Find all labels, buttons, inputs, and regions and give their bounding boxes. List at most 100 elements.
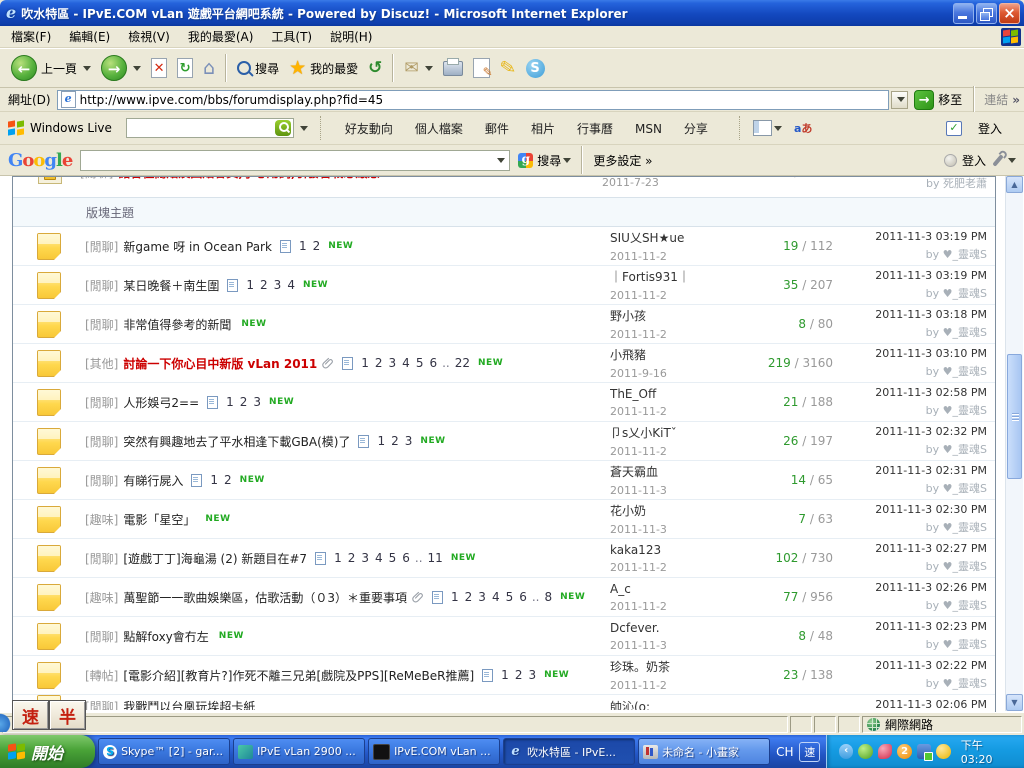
- last-post-author[interactable]: ♥_靈魂S: [943, 599, 987, 612]
- page-link[interactable]: 1: [246, 278, 254, 292]
- start-button[interactable]: 開始: [0, 735, 95, 768]
- refresh-button[interactable]: ↻: [172, 55, 198, 81]
- stop-button[interactable]: ✕: [146, 55, 172, 81]
- live-link[interactable]: 好友動向: [334, 119, 404, 139]
- page-link[interactable]: 4: [492, 590, 500, 604]
- page-link[interactable]: 1: [451, 590, 459, 604]
- topic-author-link[interactable]: 珍珠。奶茶: [610, 658, 745, 675]
- google-signin[interactable]: 登入: [962, 152, 986, 169]
- announcement-title-link[interactable]: 諸各位閒貼及回貼會員,小心用詞,引發言戰必嚴懲: [118, 177, 379, 181]
- topic-title-link[interactable]: 電影「星空」: [123, 511, 195, 528]
- page-link[interactable]: 4: [287, 278, 295, 292]
- last-post-author[interactable]: ♥_靈魂S: [943, 326, 987, 339]
- vertical-scrollbar[interactable]: ▲ ▼: [1005, 176, 1023, 711]
- address-dropdown-button[interactable]: [891, 91, 908, 109]
- tray-icon-green[interactable]: [858, 744, 872, 759]
- print-button[interactable]: [438, 58, 468, 79]
- topic-title-link[interactable]: 我戰鬥以台凰玩埃超卡紙: [123, 698, 255, 710]
- page-link[interactable]: 3: [253, 395, 261, 409]
- last-post-author[interactable]: ♥_靈魂S: [943, 248, 987, 261]
- google-search-dropdown-icon[interactable]: [497, 158, 505, 163]
- topic-author-link[interactable]: 小飛豬: [610, 346, 745, 363]
- topic-title-link[interactable]: 非常值得參考的新聞: [123, 316, 231, 333]
- float-button[interactable]: 速: [12, 700, 49, 730]
- topic-title-link[interactable]: 點解foxy會冇左: [123, 628, 208, 645]
- topic-author-link[interactable]: ThE_Off: [610, 387, 745, 401]
- topic-author-link[interactable]: 帥沁(o:: [610, 698, 745, 710]
- topic-author-link[interactable]: SIU乂SH★ue: [610, 229, 745, 246]
- last-post-author[interactable]: ♥_靈魂S: [943, 560, 987, 573]
- menu-item[interactable]: 編輯(E): [60, 26, 119, 47]
- page-link[interactable]: 6: [402, 551, 410, 565]
- page-link[interactable]: 2: [515, 668, 523, 682]
- topic-author-link[interactable]: 卩s乂小KiTˇ: [610, 424, 745, 441]
- skype-toolbar-button[interactable]: S: [521, 56, 550, 81]
- favorites-button[interactable]: ★ 我的最愛: [284, 56, 363, 80]
- taskbar-task-button[interactable]: SSkype™ [2] - gar...: [98, 738, 230, 765]
- discuss-button[interactable]: ✎: [495, 54, 521, 82]
- menu-item[interactable]: 說明(H): [321, 26, 381, 47]
- page-link[interactable]: 1: [299, 239, 307, 253]
- last-post-author[interactable]: ♥_靈魂S: [943, 287, 987, 300]
- last-post-author[interactable]: ♥_靈魂S: [943, 482, 987, 495]
- menu-item[interactable]: 我的最愛(A): [179, 26, 263, 47]
- tray-icon-orange-badge[interactable]: 2: [897, 744, 911, 759]
- tray-icon-contact[interactable]: [917, 744, 931, 759]
- live-search-dropdown-icon[interactable]: [300, 126, 308, 131]
- live-link[interactable]: 個人檔案: [404, 119, 474, 139]
- topic-title-link[interactable]: 討論一下你心目中新版 vLan 2011: [123, 355, 317, 372]
- topic-title-link[interactable]: 人形娛弓2==: [123, 394, 199, 411]
- page-link[interactable]: 5: [506, 590, 514, 604]
- page-link[interactable]: 1: [377, 434, 385, 448]
- minimize-button[interactable]: [953, 3, 974, 24]
- menu-item[interactable]: 檢視(V): [119, 26, 179, 47]
- page-link[interactable]: 3: [361, 551, 369, 565]
- topic-title-link[interactable]: [遊戲丁丁]海龜湯 (2) 新題目在#7: [123, 550, 307, 567]
- live-checkbox-icon[interactable]: ✓: [946, 121, 962, 136]
- taskbar-task-button[interactable]: 未命名 - 小畫家: [638, 738, 770, 765]
- page-link[interactable]: 2: [240, 395, 248, 409]
- menu-item[interactable]: 檔案(F): [2, 26, 60, 47]
- google-search-input[interactable]: [80, 150, 510, 171]
- page-link[interactable]: 4: [375, 551, 383, 565]
- topic-author-link[interactable]: Dcfever.: [610, 621, 745, 635]
- page-link[interactable]: 2: [375, 356, 383, 370]
- page-link[interactable]: 2: [224, 473, 232, 487]
- live-panel-icon[interactable]: [753, 120, 772, 136]
- go-button[interactable]: → 移至: [914, 90, 962, 110]
- tray-icon-messenger[interactable]: [936, 744, 950, 759]
- topic-author-link[interactable]: kaka123: [610, 543, 745, 557]
- page-link[interactable]: 1: [226, 395, 234, 409]
- last-post-author[interactable]: ♥_靈魂S: [943, 365, 987, 378]
- page-link[interactable]: 1: [334, 551, 342, 565]
- scroll-up-button[interactable]: ▲: [1006, 176, 1023, 193]
- live-panel-dropdown-icon[interactable]: [774, 126, 782, 131]
- google-tools-dropdown-icon[interactable]: [1008, 158, 1016, 163]
- live-signin[interactable]: 登入: [978, 120, 1002, 137]
- announcement-last-author[interactable]: 死肥老蕭: [943, 177, 987, 190]
- last-post-author[interactable]: ♥_靈魂S: [943, 521, 987, 534]
- topic-author-link[interactable]: A_c: [610, 582, 745, 596]
- page-link[interactable]: 1: [361, 356, 369, 370]
- taskbar-task-button[interactable]: e吹水特區 - IPvE...: [503, 738, 635, 765]
- page-link[interactable]: 2: [465, 590, 473, 604]
- topic-author-link[interactable]: 蒼天霸血: [610, 463, 745, 480]
- topic-title-link[interactable]: [電影介紹][教育片?]作死不離三兄弟[戲院及PPS][ReMeBeR推薦]: [123, 667, 474, 684]
- live-search-button[interactable]: [275, 120, 291, 136]
- page-link[interactable]: 2: [313, 239, 321, 253]
- address-input[interactable]: e http://www.ipve.com/bbs/forumdisplay.p…: [57, 90, 890, 110]
- wrench-icon[interactable]: [992, 154, 1003, 167]
- topic-title-link[interactable]: 新game 呀 in Ocean Park: [123, 238, 272, 255]
- edit-button[interactable]: [468, 55, 495, 81]
- live-link[interactable]: 分享: [673, 119, 719, 139]
- page-link[interactable]: 4: [402, 356, 410, 370]
- scroll-down-button[interactable]: ▼: [1006, 694, 1023, 711]
- topic-author-link[interactable]: ｜Fortis931｜: [610, 268, 745, 285]
- forward-dropdown-icon[interactable]: [133, 66, 141, 71]
- history-button[interactable]: ↺: [363, 55, 387, 81]
- links-chevron[interactable]: »: [1012, 93, 1020, 107]
- live-link[interactable]: 相片: [520, 119, 566, 139]
- tray-icon-red[interactable]: [878, 744, 892, 759]
- live-search-input[interactable]: [126, 118, 294, 138]
- mail-button[interactable]: ✉: [399, 55, 437, 81]
